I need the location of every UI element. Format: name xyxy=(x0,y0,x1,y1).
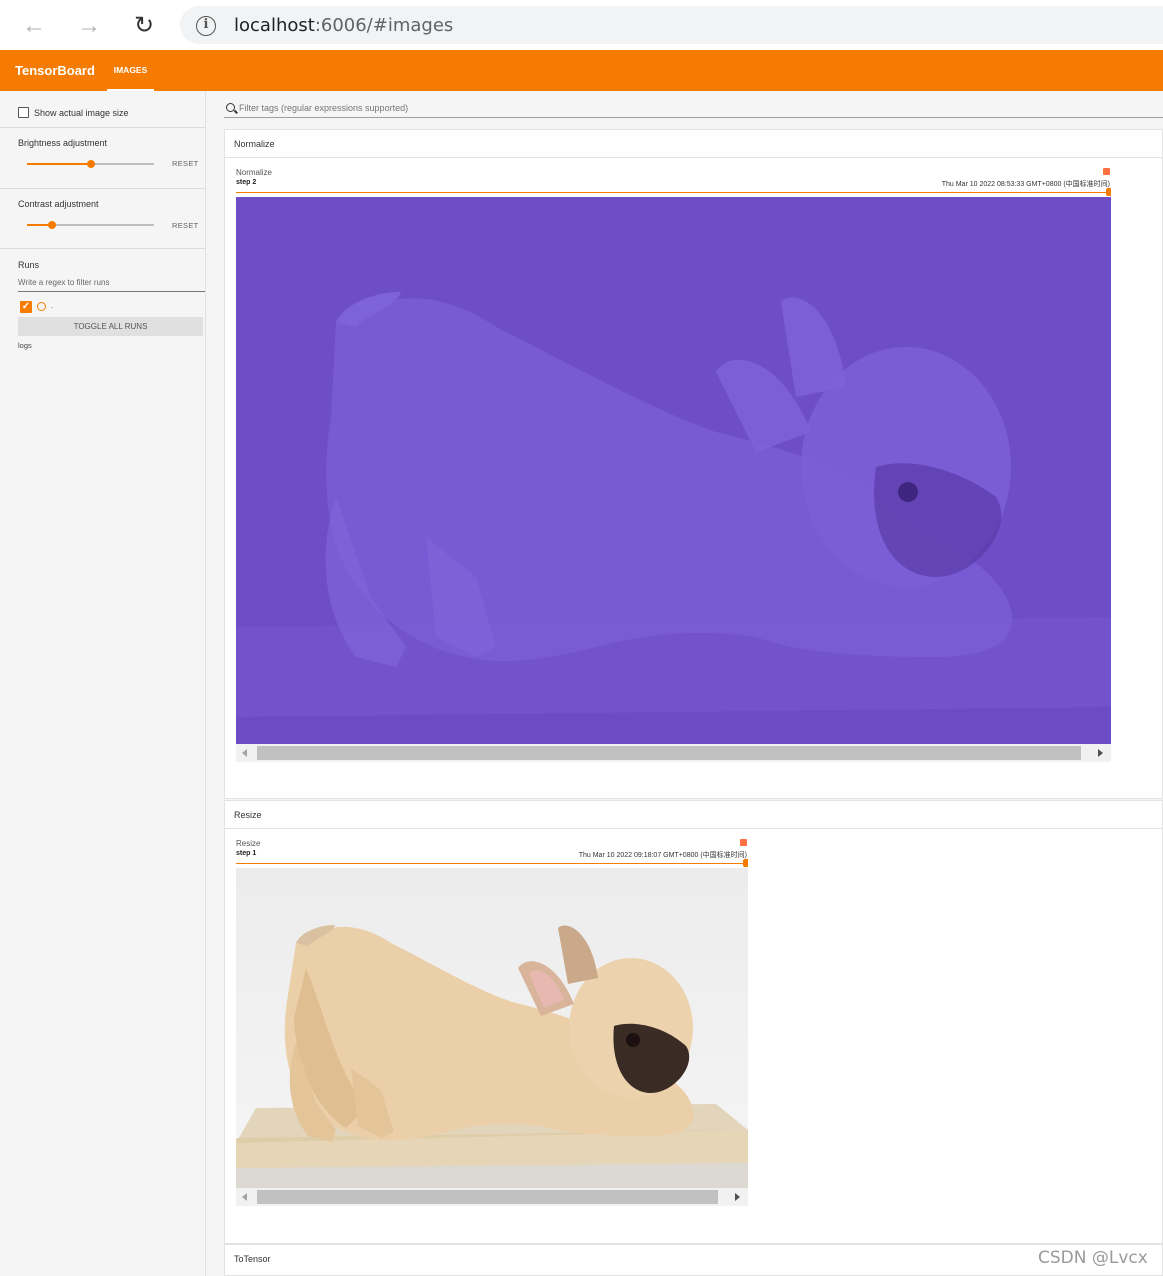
dog-image-normalized xyxy=(236,197,1111,744)
resize-image xyxy=(236,868,748,1188)
category-resize: Resize Resize step 1 Thu Mar 10 2022 09:… xyxy=(224,800,1163,1244)
brightness-label: Brightness adjustment xyxy=(18,138,108,148)
scroll-right-icon[interactable] xyxy=(735,1193,740,1201)
actual-size-section: Show actual image size xyxy=(0,91,206,128)
scrollbar-thumb[interactable] xyxy=(257,1190,718,1204)
scrollbar-thumb[interactable] xyxy=(257,746,1081,760)
runs-filter-input[interactable]: Write a regex to filter runs xyxy=(18,275,205,292)
horizontal-scrollbar[interactable] xyxy=(236,1188,748,1206)
category-title: ToTensor xyxy=(234,1254,271,1264)
contrast-reset-button[interactable]: RESET xyxy=(172,221,199,230)
forward-arrow-icon[interactable]: → xyxy=(73,10,105,42)
card-timestamp: Thu Mar 10 2022 09:18:07 GMT+0800 (中国标准时… xyxy=(578,852,747,859)
category-header[interactable]: ToTensor xyxy=(225,1245,1162,1275)
brightness-slider-knob[interactable] xyxy=(87,160,95,168)
reload-icon[interactable]: ↻ xyxy=(128,10,160,42)
main-panel: Filter tags (regular expressions support… xyxy=(206,91,1163,1276)
tag-filter-placeholder: Filter tags (regular expressions support… xyxy=(239,103,409,113)
card-tag: Normalize xyxy=(236,168,273,177)
brightness-reset-button[interactable]: RESET xyxy=(172,159,199,168)
card-tag: Resize xyxy=(236,839,261,848)
scroll-right-icon[interactable] xyxy=(1098,749,1103,757)
category-header[interactable]: Normalize xyxy=(225,130,1162,158)
back-arrow-icon[interactable]: ← xyxy=(18,10,50,42)
contrast-section: Contrast adjustment RESET xyxy=(0,189,206,249)
step-slider[interactable] xyxy=(236,192,1111,193)
dog-image xyxy=(236,868,748,1188)
category-header[interactable]: Resize xyxy=(225,801,1162,829)
address-bar[interactable]: i localhost:6006/#images xyxy=(180,6,1163,44)
card-step: step 1 xyxy=(236,850,257,857)
show-actual-size-label: Show actual image size xyxy=(34,108,129,118)
run-color-dot-icon xyxy=(37,302,46,311)
step-slider[interactable] xyxy=(236,863,748,864)
brightness-slider-fill xyxy=(27,163,91,165)
show-actual-size-checkbox[interactable] xyxy=(18,107,29,118)
category-title: Resize xyxy=(234,810,262,820)
run-checkbox[interactable]: ✓ xyxy=(20,301,32,313)
app-header: TensorBoard IMAGES xyxy=(0,50,1163,91)
runs-label: Runs xyxy=(18,260,40,270)
card-step: step 2 xyxy=(236,179,257,186)
site-info-icon[interactable]: i xyxy=(196,16,216,36)
horizontal-scrollbar[interactable] xyxy=(236,744,1111,762)
expand-icon[interactable] xyxy=(1103,168,1110,175)
browser-toolbar: ← → ↻ i localhost:6006/#images xyxy=(0,0,1163,50)
app-title: TensorBoard xyxy=(15,63,95,78)
scroll-left-icon[interactable] xyxy=(242,1193,247,1201)
toggle-all-runs-button[interactable]: TOGGLE ALL RUNS xyxy=(18,317,203,336)
normalize-image xyxy=(236,197,1111,744)
tag-filter-input[interactable]: Filter tags (regular expressions support… xyxy=(224,102,1163,118)
sidebar: Show actual image size Brightness adjust… xyxy=(0,91,206,1276)
logdir-label: logs xyxy=(18,341,32,350)
step-slider-knob[interactable] xyxy=(1106,188,1111,196)
contrast-label: Contrast adjustment xyxy=(18,199,99,209)
watermark: CSDN @Lvcx xyxy=(1038,1248,1148,1268)
run-name: . xyxy=(51,301,54,310)
expand-icon[interactable] xyxy=(740,839,747,846)
brightness-section: Brightness adjustment RESET xyxy=(0,128,206,189)
search-icon xyxy=(226,103,235,112)
contrast-slider-knob[interactable] xyxy=(48,221,56,229)
tab-images[interactable]: IMAGES xyxy=(107,50,154,91)
card-timestamp: Thu Mar 10 2022 08:53:33 GMT+0800 (中国标准时… xyxy=(941,181,1110,188)
category-totensor: ToTensor xyxy=(224,1244,1163,1276)
scroll-left-icon[interactable] xyxy=(242,749,247,757)
step-slider-knob[interactable] xyxy=(743,859,748,867)
category-normalize: Normalize Normalize step 2 Thu Mar 10 20… xyxy=(224,129,1163,799)
url-text: localhost:6006/#images xyxy=(234,15,454,36)
category-title: Normalize xyxy=(234,139,275,149)
